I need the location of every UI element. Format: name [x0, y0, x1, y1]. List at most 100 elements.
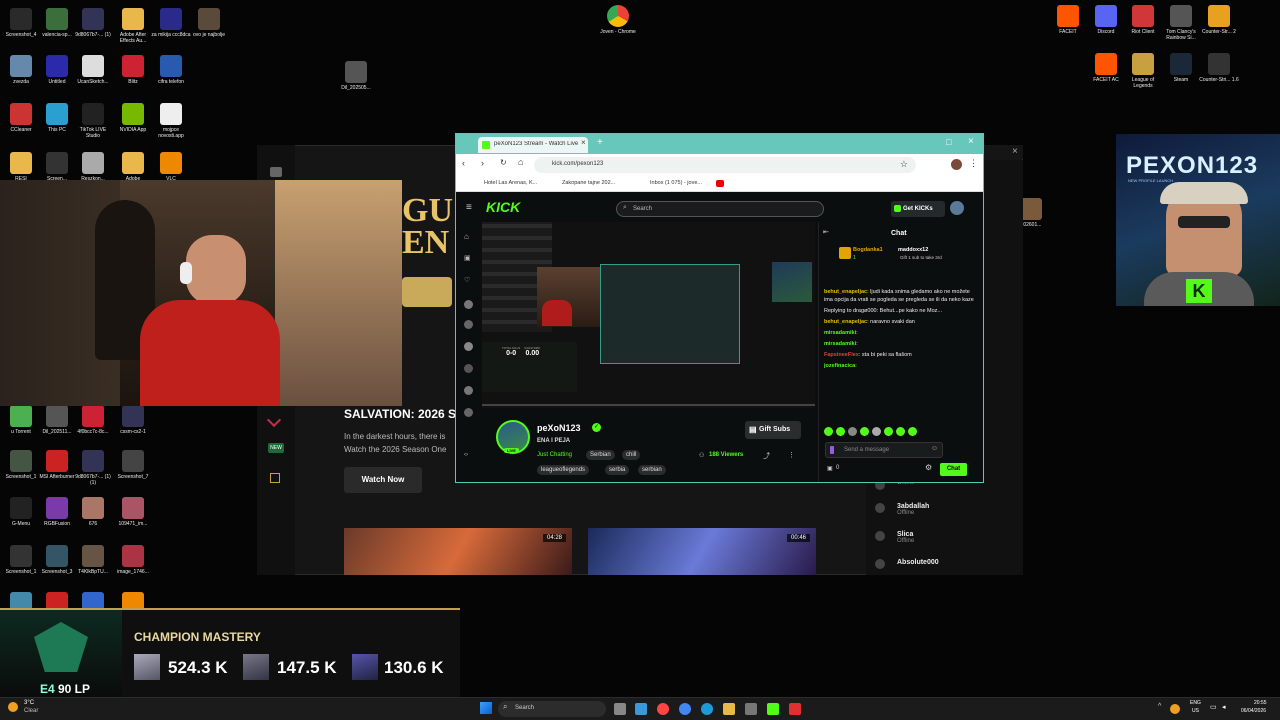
desktop-icon[interactable]: Adobe After Effects Au...	[112, 8, 154, 44]
task-view-icon[interactable]	[614, 703, 626, 715]
desktop-icon[interactable]: za mikija ccc8dca	[150, 8, 192, 44]
desktop-icon[interactable]: T4KlkBpTU...	[72, 545, 114, 581]
pinned-user[interactable]: Bogdanka1	[853, 247, 883, 253]
get-kicks-button[interactable]: Get KICKs	[891, 201, 945, 217]
chat-message-input[interactable]: Send a message ☺	[825, 442, 943, 458]
following-icon[interactable]: ♡	[464, 276, 470, 284]
riot-client-icon[interactable]	[789, 703, 801, 715]
tray-chevron-icon[interactable]: ^	[1158, 703, 1161, 710]
desktop-icon[interactable]: 9d8067b7-... (1) (1)	[72, 450, 114, 486]
emote-icon[interactable]	[896, 427, 905, 436]
chevron-down-icon[interactable]	[266, 412, 282, 428]
watch-now-button[interactable]: Watch Now	[344, 467, 422, 493]
share-icon[interactable]: ⤴	[763, 451, 770, 461]
desktop-icon[interactable]: UcanSketch...	[72, 55, 114, 91]
new-tab-icon[interactable]: +	[597, 137, 603, 148]
desktop-icon[interactable]: Screenshot_7	[112, 450, 154, 486]
close-tab-icon[interactable]: ×	[581, 138, 586, 147]
back-icon[interactable]: ‹	[462, 158, 465, 168]
desktop-icon[interactable]: mojpce novosti.app	[150, 103, 192, 139]
emoji-icon[interactable]: ☺	[931, 445, 938, 452]
forward-icon[interactable]: ›	[481, 158, 484, 168]
chat-username[interactable]: jozefinacica	[824, 363, 855, 369]
chat-username[interactable]: behut_enapeljac	[824, 289, 867, 295]
channel-avatar[interactable]	[464, 364, 473, 373]
weather-icon[interactable]	[8, 702, 18, 712]
channel-avatar[interactable]	[464, 386, 473, 395]
profile-avatar[interactable]	[951, 159, 962, 170]
bookmark-item[interactable]: Hotel Las Arenas, K...	[484, 180, 537, 186]
gift-subs-button[interactable]: ▤ Gift Subs	[745, 421, 801, 439]
hero-cta-button[interactable]	[402, 277, 452, 307]
channel-avatar[interactable]	[464, 408, 473, 417]
shield-icon[interactable]	[270, 473, 280, 483]
url-field[interactable]: kick.com/pexon123 ☆	[534, 157, 916, 173]
chat-username[interactable]: behut_enapeljac	[824, 319, 867, 325]
desktop-icon[interactable]: Blitz	[112, 55, 154, 91]
desktop-icon[interactable]: Counter-Stri... 1.6	[1198, 53, 1240, 89]
tag-chip[interactable]: serbia	[605, 465, 630, 475]
emote-icon[interactable]	[860, 427, 869, 436]
desktop-icon[interactable]: League of Legends	[1122, 53, 1164, 89]
chat-username[interactable]: mirsadamiki	[824, 330, 856, 336]
maximize-icon[interactable]: □	[946, 137, 951, 147]
chrome-icon[interactable]	[657, 703, 669, 715]
kick-logo[interactable]: KICK	[486, 199, 520, 215]
browse-icon[interactable]: ▣	[464, 254, 471, 262]
browser-tab[interactable]: peXoN123 Stream - Watch Live ×	[478, 137, 588, 153]
video-thumbnail[interactable]: 00:46	[588, 528, 816, 575]
desktop-icon[interactable]: 676	[72, 497, 114, 533]
edge-icon[interactable]	[701, 703, 713, 715]
desktop-icon[interactable]: 4f0bcc7c-8c...	[72, 405, 114, 441]
desktop-icon[interactable]: 9d8067b7-... (1)	[72, 8, 114, 44]
hamburger-menu-icon[interactable]: ≡	[466, 202, 472, 213]
emote-icon[interactable]	[836, 427, 845, 436]
home-icon[interactable]: ⌂	[464, 232, 469, 241]
windows-start-icon[interactable]	[480, 702, 492, 714]
more-icon[interactable]: ⋮	[788, 451, 795, 459]
desktop-icon-chrome[interactable]: Joven - Chrome	[597, 5, 639, 41]
language-indicator[interactable]: ENG	[1190, 700, 1201, 706]
reload-icon[interactable]: ↻	[500, 158, 507, 167]
pinned-user[interactable]: maddoxx12	[898, 247, 928, 253]
bookmark-item[interactable]: Zakopane tajne 202...	[562, 180, 615, 186]
bookmark-item[interactable]: Inbox (1 075) - jove...	[650, 180, 702, 186]
file-explorer-icon[interactable]	[723, 703, 735, 715]
tag-chip[interactable]: leagueoflegends	[537, 465, 590, 475]
emote-icon[interactable]	[824, 427, 833, 436]
desktop-icon[interactable]: cssm-cs2-1	[112, 405, 154, 441]
streamer-name[interactable]: peXoN123	[537, 423, 581, 433]
collapse-icon[interactable]: ‹›	[464, 452, 468, 458]
volume-icon[interactable]: ◂	[1222, 703, 1226, 711]
desktop-icon[interactable]: NVIDIA App	[112, 103, 154, 139]
kick-icon[interactable]	[767, 703, 779, 715]
desktop-icon[interactable]: ovo je najbolje	[188, 8, 230, 44]
tag-chip[interactable]: chill	[622, 450, 641, 460]
channel-avatar[interactable]	[464, 320, 473, 329]
search-input[interactable]: ⌕ Search	[616, 201, 824, 217]
friend-entry[interactable]: Absolute000	[875, 559, 939, 569]
channel-avatar[interactable]	[464, 342, 473, 351]
chat-username[interactable]: FapsineeFlex	[824, 352, 859, 358]
video-progress-bar[interactable]	[482, 404, 815, 406]
home-icon[interactable]: ⌂	[518, 157, 523, 167]
menu-icon[interactable]: ⋮	[969, 158, 978, 169]
emote-icon[interactable]	[848, 427, 857, 436]
bookmark-star-icon[interactable]: ☆	[900, 159, 908, 170]
youtube-icon[interactable]	[716, 180, 724, 187]
emote-icon[interactable]	[884, 427, 893, 436]
close-icon[interactable]: ×	[1012, 146, 1018, 157]
network-icon[interactable]: ▭	[1210, 703, 1217, 711]
desktop-icon[interactable]: image_1746...	[112, 545, 154, 581]
emote-icon[interactable]	[872, 427, 881, 436]
emote-icon[interactable]	[908, 427, 917, 436]
desktop-icon[interactable]: Steam	[1160, 53, 1202, 89]
tag-chip[interactable]: Serbian	[586, 450, 615, 460]
send-chat-button[interactable]: Chat	[940, 463, 967, 476]
close-window-icon[interactable]: ×	[968, 136, 974, 147]
store-icon[interactable]	[270, 167, 282, 177]
chrome-icon[interactable]	[679, 703, 691, 715]
desktop-icon[interactable]: Riot Client	[1122, 5, 1164, 41]
tray-app-icon[interactable]	[1170, 704, 1180, 714]
settings-icon[interactable]: ⚙	[925, 463, 932, 472]
